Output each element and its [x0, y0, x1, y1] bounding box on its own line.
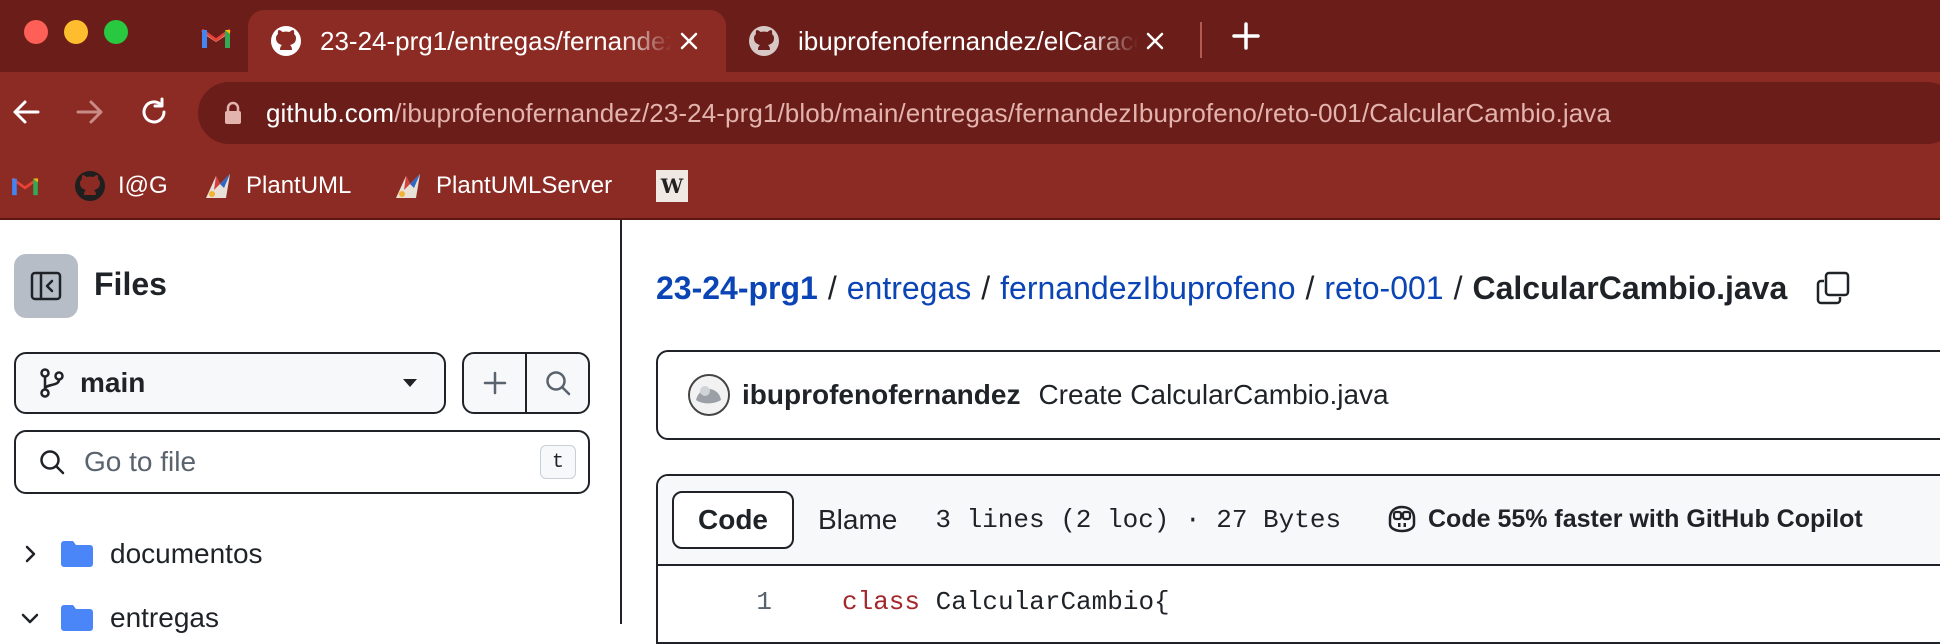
bookmark-plantumlserver[interactable]: PlantUMLServer: [392, 166, 612, 206]
plus-icon: [483, 371, 506, 395]
maximize-window-button[interactable]: [104, 20, 128, 44]
copilot-text: Code 55% faster with GitHub Copilot: [1428, 504, 1863, 533]
copy-icon: [1817, 271, 1850, 305]
url-host: github.com: [266, 97, 395, 128]
branch-name: main: [80, 367, 146, 398]
breadcrumb-link-reto-001[interactable]: reto-001: [1324, 270, 1443, 307]
code-viewer-header: Code Blame 3 lines (2 loc) · 27 Bytes Co…: [658, 476, 1940, 566]
tab-elcaracol[interactable]: ibuprofenofernandez/elCaracol: [732, 10, 1188, 72]
keyboard-shortcut-badge: t: [540, 445, 576, 479]
current-file-name: CalcularCambio.java: [1472, 269, 1788, 306]
bookmarks-bar: I@G PlantUML PlantUMLServer W: [0, 152, 1940, 220]
folder-open-icon: [61, 605, 93, 631]
search-icon: [545, 371, 570, 396]
svg-text:W: W: [660, 174, 684, 198]
breadcrumb-separator: /: [1305, 269, 1315, 306]
bookmark-gmail[interactable]: [10, 166, 40, 206]
avatar[interactable]: [688, 374, 730, 416]
tab-title: ibuprofenofernandez/elCaracol: [798, 25, 1138, 56]
code-viewer: Code Blame 3 lines (2 loc) · 27 Bytes Co…: [656, 474, 1940, 644]
breadcrumb-separator: /: [827, 269, 837, 306]
bookmark-iag[interactable]: I@G: [74, 166, 168, 206]
bookmark-label: PlantUMLServer: [436, 172, 613, 199]
github-icon: [271, 26, 301, 56]
tree-item-label: documentos: [110, 538, 263, 569]
copilot-icon: [1386, 504, 1418, 534]
code-line: 1 class CalcularCambio{: [658, 582, 1940, 622]
url-text: github.com/ibuprofenofernandez/23-24-prg…: [266, 98, 1611, 129]
latest-commit-box: ibuprofenofernandez Create CalcularCambi…: [656, 350, 1940, 440]
caret-down-icon: [403, 379, 417, 387]
tab-blame[interactable]: Blame: [794, 491, 921, 549]
new-tab-button[interactable]: [1226, 16, 1266, 56]
breadcrumb: 23-24-prg1 / entregas / fernandezIbuprof…: [656, 268, 1853, 308]
breadcrumb-separator: /: [981, 269, 991, 306]
chevron-down-icon: [21, 613, 39, 624]
close-tab-icon[interactable]: [672, 24, 706, 58]
go-to-file-input[interactable]: Go to file t: [14, 430, 590, 494]
plantuml-icon: [206, 174, 230, 198]
wikipedia-icon: W: [656, 170, 688, 202]
forward-button[interactable]: [70, 92, 110, 132]
bookmark-label: I@G: [118, 172, 168, 199]
browser-tab-strip: 23-24-prg1/entregas/fernandezIbuprofeno/…: [0, 0, 1940, 72]
arrow-left-icon: [13, 100, 40, 124]
sidebar-collapse-icon: [30, 271, 62, 301]
breadcrumb-link-fernandezibuprofeno[interactable]: fernandezIbuprofeno: [1000, 270, 1295, 307]
breadcrumb-separator: /: [1453, 269, 1463, 306]
breadcrumb-link-repo[interactable]: 23-24-prg1: [656, 270, 818, 307]
gmail-icon: [201, 28, 231, 48]
branch-selector[interactable]: main: [14, 352, 446, 414]
tab-separator: [1200, 22, 1202, 58]
github-icon: [749, 26, 779, 56]
arrow-right-icon: [76, 100, 103, 124]
search-files-button[interactable]: [525, 354, 588, 412]
tree-item-documentos[interactable]: documentos: [20, 532, 263, 576]
reload-icon: [142, 97, 166, 124]
gmail-icon: [11, 177, 39, 196]
lock-icon[interactable]: [224, 99, 246, 127]
commit-message[interactable]: Create CalcularCambio.java: [1038, 379, 1388, 411]
tree-item-entregas[interactable]: entregas: [20, 596, 219, 640]
browser-toolbar: github.com/ibuprofenofernandez/23-24-prg…: [0, 72, 1940, 152]
add-file-button[interactable]: [464, 354, 525, 412]
minimize-window-button[interactable]: [64, 20, 88, 44]
folder-icon: [61, 541, 93, 567]
file-info: 3 lines (2 loc) · 27 Bytes: [935, 505, 1342, 535]
breadcrumb-link-entregas[interactable]: entregas: [847, 270, 972, 307]
bookmark-plantuml[interactable]: PlantUML: [202, 166, 351, 206]
tab-code[interactable]: Code: [672, 491, 794, 549]
plantuml-icon: [396, 174, 420, 198]
go-to-file-placeholder: Go to file: [84, 446, 197, 477]
url-path: /ibuprofenofernandez/23-24-prg1/blob/mai…: [394, 97, 1611, 128]
close-tab-icon[interactable]: [1138, 24, 1172, 58]
bookmark-wikipedia[interactable]: W: [656, 166, 688, 206]
copilot-promo-link[interactable]: Code 55% faster with GitHub Copilot: [1386, 476, 1863, 562]
plus-icon: [1232, 22, 1260, 50]
back-button[interactable]: [6, 92, 46, 132]
line-number[interactable]: 1: [658, 587, 772, 617]
chevron-right-icon: [25, 545, 36, 563]
reload-button[interactable]: [134, 92, 174, 132]
github-icon: [75, 171, 105, 201]
tab-title: 23-24-prg1/entregas/fernandezIbuprofeno/…: [320, 25, 672, 56]
file-view: 23-24-prg1 / entregas / fernandezIbuprof…: [622, 220, 1940, 644]
file-tree-pane: Files main Go to file t documentos entre…: [0, 220, 622, 633]
close-window-button[interactable]: [24, 20, 48, 44]
bookmark-label: PlantUML: [246, 172, 352, 199]
search-icon: [40, 450, 65, 475]
file-actions-group: [462, 352, 590, 414]
commit-author[interactable]: ibuprofenofernandez: [742, 379, 1020, 411]
collapse-sidebar-button[interactable]: [14, 254, 78, 318]
tab-gmail[interactable]: [186, 12, 246, 64]
code-rest: CalcularCambio{: [920, 587, 1170, 617]
code-text: class CalcularCambio{: [842, 587, 1170, 617]
address-bar[interactable]: github.com/ibuprofenofernandez/23-24-prg…: [198, 82, 1940, 144]
files-title: Files: [94, 266, 167, 302]
code-keyword: class: [842, 587, 921, 617]
tree-item-label: entregas: [110, 602, 219, 633]
tab-active-calcularcambio[interactable]: 23-24-prg1/entregas/fernandezIbuprofeno/…: [248, 10, 726, 72]
git-branch-icon: [40, 368, 64, 398]
copy-path-button[interactable]: [1813, 268, 1853, 308]
